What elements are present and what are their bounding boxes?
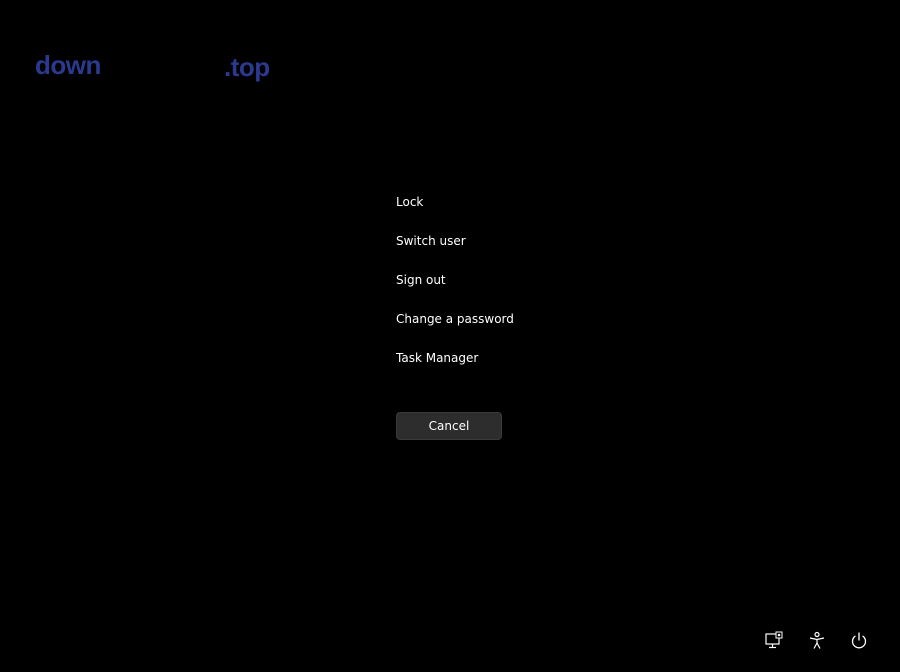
task-manager-option[interactable]: Task Manager xyxy=(396,348,596,387)
network-icon[interactable] xyxy=(763,630,785,652)
accessibility-icon[interactable] xyxy=(806,630,828,652)
switch-user-option[interactable]: Switch user xyxy=(396,231,596,270)
change-password-option[interactable]: Change a password xyxy=(396,309,596,348)
security-options-menu: Lock Switch user Sign out Change a passw… xyxy=(396,192,596,387)
lock-option[interactable]: Lock xyxy=(396,192,596,231)
sign-out-option[interactable]: Sign out xyxy=(396,270,596,309)
power-icon[interactable] xyxy=(848,630,870,652)
cancel-button[interactable]: Cancel xyxy=(396,412,502,440)
watermark-right: .top xyxy=(224,52,270,82)
watermark-left: down xyxy=(35,50,101,80)
